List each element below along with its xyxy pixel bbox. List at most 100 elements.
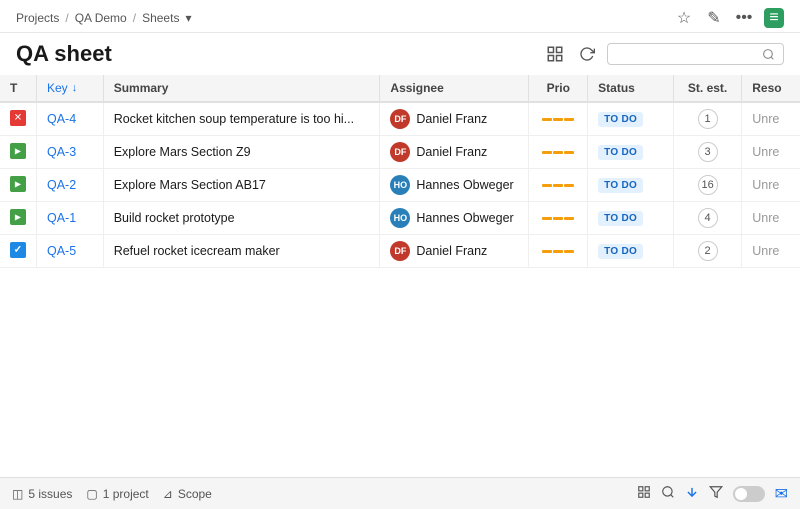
cell-reso: Unre — [742, 136, 800, 169]
header-actions: ☆ ✎ ••• ≡ — [674, 8, 784, 28]
col-header-prio[interactable]: Prio — [529, 75, 588, 102]
breadcrumb-qa-demo[interactable]: QA Demo — [75, 11, 127, 25]
cell-key[interactable]: QA-3 — [37, 136, 104, 169]
cell-summary: Explore Mars Section AB17 — [103, 169, 380, 202]
col-header-status[interactable]: Status — [588, 75, 674, 102]
toggle-switch[interactable] — [733, 486, 765, 502]
col-header-assignee[interactable]: Assignee — [380, 75, 529, 102]
est-number: 4 — [698, 208, 718, 228]
status-badge: TO DO — [598, 145, 643, 160]
issues-icon: ◫ — [12, 487, 23, 501]
cell-type — [0, 202, 37, 235]
cell-type — [0, 235, 37, 268]
type-story-icon — [10, 176, 26, 192]
sort-arrow-key: ↓ — [72, 82, 78, 94]
assignee-name: Daniel Franz — [416, 145, 487, 159]
cell-prio — [529, 102, 588, 136]
cell-key[interactable]: QA-5 — [37, 235, 104, 268]
avatar: DF — [390, 142, 410, 162]
col-header-st-est[interactable]: St. est. — [673, 75, 741, 102]
table-row[interactable]: QA-1 Build rocket prototype HO Hannes Ob… — [0, 202, 800, 235]
prio-medium-icon — [539, 184, 577, 187]
cell-status: TO DO — [588, 235, 674, 268]
cell-reso: Unre — [742, 102, 800, 136]
cell-prio — [529, 136, 588, 169]
search-box[interactable] — [607, 43, 784, 65]
breadcrumb-sheets[interactable]: Sheets — [142, 11, 179, 25]
cell-summary: Explore Mars Section Z9 — [103, 136, 380, 169]
cell-prio — [529, 169, 588, 202]
footer-mail-icon[interactable]: ✉ — [775, 484, 788, 504]
cell-assignee: DF Daniel Franz — [380, 235, 529, 268]
status-badge: TO DO — [598, 112, 643, 127]
avatar: DF — [390, 109, 410, 129]
cell-status: TO DO — [588, 169, 674, 202]
footer-left: ◫ 5 issues ▢ 1 project ⊿ Scope — [12, 487, 212, 501]
table-header-row: T Key ↓ Summary Assignee Prio Status St.… — [0, 75, 800, 102]
cell-assignee: DF Daniel Franz — [380, 102, 529, 136]
cell-assignee: HO Hannes Obweger — [380, 169, 529, 202]
status-badge: TO DO — [598, 244, 643, 259]
footer-filter-icon[interactable] — [637, 485, 651, 502]
type-task-icon — [10, 242, 26, 258]
cell-key[interactable]: QA-4 — [37, 102, 104, 136]
cell-type — [0, 136, 37, 169]
col-header-summary[interactable]: Summary — [103, 75, 380, 102]
edit-icon[interactable]: ✎ — [704, 8, 724, 28]
col-header-t[interactable]: T — [0, 75, 37, 102]
cell-assignee: DF Daniel Franz — [380, 136, 529, 169]
more-icon[interactable]: ••• — [734, 8, 754, 28]
cell-type — [0, 102, 37, 136]
status-badge: TO DO — [598, 178, 643, 193]
cell-key[interactable]: QA-2 — [37, 169, 104, 202]
cell-summary: Rocket kitchen soup temperature is too h… — [103, 102, 380, 136]
assignee-name: Daniel Franz — [416, 112, 487, 126]
cell-st-est: 3 — [673, 136, 741, 169]
page-title: QA sheet — [16, 41, 112, 67]
prio-medium-icon — [539, 250, 577, 253]
est-number: 3 — [698, 142, 718, 162]
footer-funnel-icon[interactable] — [709, 485, 723, 502]
table-wrapper: T Key ↓ Summary Assignee Prio Status St.… — [0, 75, 800, 268]
cell-prio — [529, 202, 588, 235]
footer-right: ✉ — [637, 484, 788, 504]
col-header-key[interactable]: Key ↓ — [37, 75, 104, 102]
cell-summary: Refuel rocket icecream maker — [103, 235, 380, 268]
search-icon — [762, 48, 775, 61]
est-number: 2 — [698, 241, 718, 261]
assignee-name: Daniel Franz — [416, 244, 487, 258]
refresh-icon[interactable] — [575, 42, 599, 66]
table-row[interactable]: QA-5 Refuel rocket icecream maker DF Dan… — [0, 235, 800, 268]
type-story-icon — [10, 143, 26, 159]
projects-count: 1 project — [103, 487, 149, 501]
cell-status: TO DO — [588, 202, 674, 235]
table-row[interactable]: QA-3 Explore Mars Section Z9 DF Daniel F… — [0, 136, 800, 169]
filter-icon[interactable] — [543, 42, 567, 66]
scope-label: Scope — [178, 487, 212, 501]
sheets-dropdown-icon[interactable]: ▾ — [185, 11, 191, 25]
star-icon[interactable]: ☆ — [674, 8, 694, 28]
footer-scope[interactable]: ⊿ Scope — [163, 487, 212, 501]
footer-search-icon[interactable] — [661, 485, 675, 502]
cell-st-est: 1 — [673, 102, 741, 136]
toolbar — [543, 42, 784, 66]
avatar: HO — [390, 175, 410, 195]
est-number: 1 — [698, 109, 718, 129]
prio-medium-icon — [539, 151, 577, 154]
header: Projects / QA Demo / Sheets ▾ ☆ ✎ ••• ≡ — [0, 0, 800, 33]
cell-reso: Unre — [742, 202, 800, 235]
col-header-reso[interactable]: Reso — [742, 75, 800, 102]
search-input[interactable] — [616, 47, 756, 61]
table-row[interactable]: QA-4 Rocket kitchen soup temperature is … — [0, 102, 800, 136]
type-story-icon — [10, 209, 26, 225]
breadcrumb: Projects / QA Demo / Sheets ▾ — [16, 11, 191, 25]
project-icon: ▢ — [86, 487, 97, 501]
breadcrumb-projects[interactable]: Projects — [16, 11, 59, 25]
menu-icon[interactable]: ≡ — [764, 8, 784, 28]
est-number: 16 — [698, 175, 718, 195]
assignee-name: Hannes Obweger — [416, 178, 513, 192]
footer-sort-icon[interactable] — [685, 485, 699, 502]
prio-medium-icon — [539, 217, 577, 220]
table-row[interactable]: QA-2 Explore Mars Section AB17 HO Hannes… — [0, 169, 800, 202]
cell-key[interactable]: QA-1 — [37, 202, 104, 235]
